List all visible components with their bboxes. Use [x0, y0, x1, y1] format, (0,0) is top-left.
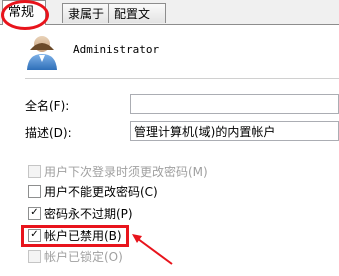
- fullname-input[interactable]: [130, 94, 339, 114]
- description-input[interactable]: [130, 121, 339, 141]
- checkbox: [28, 250, 41, 263]
- checkbox-checked[interactable]: [28, 207, 41, 220]
- annotation-highlight-box: [21, 225, 129, 247]
- checkbox: [28, 165, 41, 178]
- tab-profile[interactable]: 配置文件: [108, 3, 166, 41]
- option-password-never-expires[interactable]: 密码永不过期(P): [28, 206, 133, 222]
- option-label: 帐户已锁定(O): [44, 250, 123, 264]
- annotation-arrow-icon: [132, 234, 173, 265]
- user-account-icon: [22, 32, 62, 72]
- option-label: 用户下次登录时须更改密码(M): [44, 165, 208, 179]
- option-account-locked: 帐户已锁定(O): [28, 249, 123, 265]
- user-name: Administrator: [73, 43, 160, 56]
- checkbox[interactable]: [28, 185, 41, 198]
- option-cannot-change-password[interactable]: 用户不能更改密码(C): [28, 184, 158, 200]
- option-must-change-password: 用户下次登录时须更改密码(M): [28, 164, 208, 180]
- option-label: 用户不能更改密码(C): [44, 185, 158, 199]
- option-label: 密码永不过期(P): [44, 207, 133, 221]
- tab-strip: 常规 隶属于 配置文件: [0, 0, 339, 41]
- header-divider: [25, 78, 339, 79]
- fullname-label: 全名(F):: [25, 99, 70, 113]
- description-label: 描述(D):: [25, 126, 72, 140]
- tab-highlight-circle: [1, 0, 49, 30]
